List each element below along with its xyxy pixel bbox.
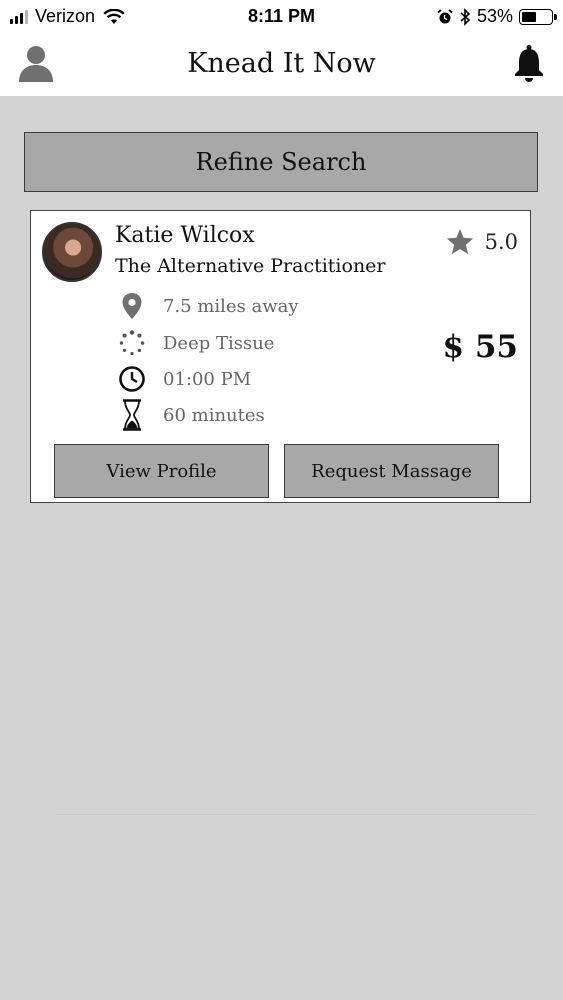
practitioner-card: Katie Wilcox The Alternative Practitione…	[30, 210, 531, 503]
view-profile-button[interactable]: View Profile	[54, 444, 269, 498]
app-title: Knead It Now	[187, 48, 376, 79]
status-bar: Verizon 8:11 PM 53%	[0, 0, 563, 34]
divider	[55, 814, 535, 815]
battery-icon	[519, 8, 557, 25]
clock-icon	[119, 366, 145, 392]
battery-percent: 53%	[476, 6, 513, 26]
spinner-icon	[119, 330, 145, 356]
alarm-icon	[437, 8, 453, 23]
star-icon	[446, 228, 473, 255]
practitioner-avatar	[42, 222, 102, 282]
practitioner-title: The Alternative Practitioner	[115, 255, 386, 277]
detail-massage-type: Deep Tissue	[117, 328, 274, 358]
detail-duration: 60 minutes	[117, 399, 265, 431]
status-right: 53%	[431, 6, 557, 27]
location-pin-icon	[122, 293, 142, 319]
refine-search-button[interactable]: Refine Search	[24, 132, 538, 192]
massage-type-text: Deep Tissue	[163, 332, 275, 354]
app-header: Knead It Now	[0, 34, 563, 96]
detail-distance: 7.5 miles away	[117, 291, 299, 321]
rating: 5.0	[445, 227, 518, 257]
appointment-time-text: 01:00 PM	[163, 368, 252, 390]
practitioner-name: Katie Wilcox	[115, 223, 255, 248]
bell-icon[interactable]	[513, 43, 545, 83]
rating-value: 5.0	[484, 230, 518, 254]
detail-time: 01:00 PM	[117, 364, 251, 394]
duration-text: 60 minutes	[163, 404, 265, 426]
hourglass-icon	[123, 399, 141, 431]
bluetooth-icon	[460, 7, 471, 26]
distance-text: 7.5 miles away	[163, 295, 299, 317]
request-massage-button[interactable]: Request Massage	[284, 444, 499, 498]
price-label: $ 55	[442, 329, 518, 365]
